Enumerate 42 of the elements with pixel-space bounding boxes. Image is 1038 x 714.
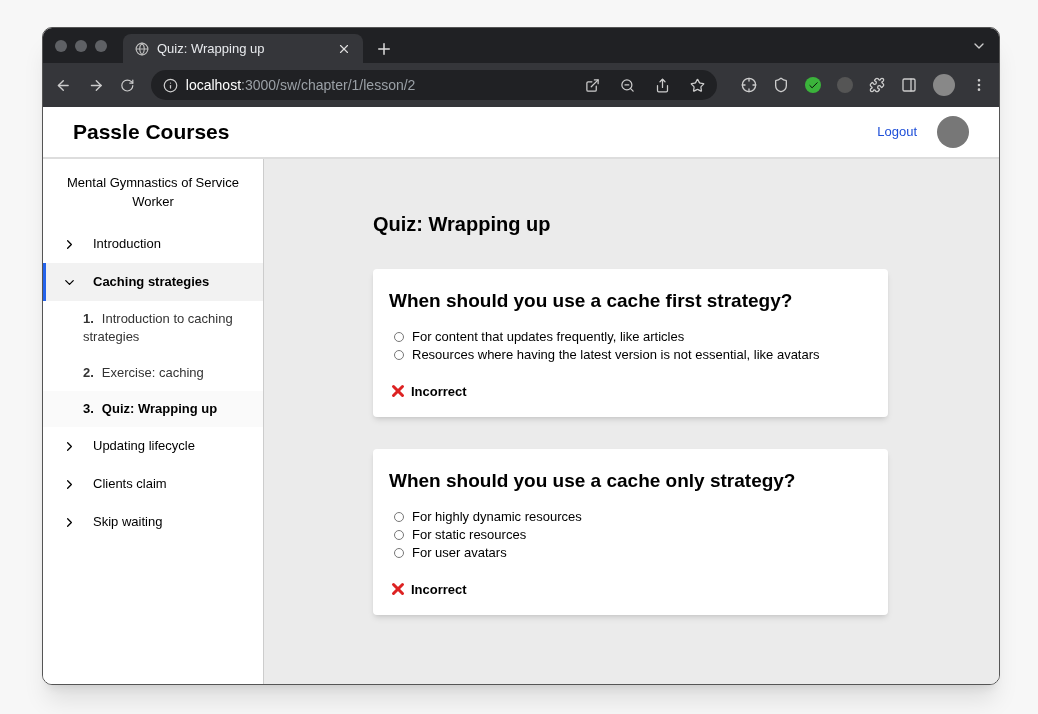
radio-button[interactable] [394, 331, 404, 342]
chapter-item[interactable]: Caching strategies [43, 263, 263, 301]
question-title: When should you use a cache only strategy? [389, 469, 797, 493]
info-icon [162, 77, 178, 93]
star-icon [690, 77, 705, 93]
brand-title[interactable]: Passle Courses [73, 116, 878, 148]
tab-title: Quiz: Wrapping up [157, 39, 266, 58]
course-title: Mental Gymnastics of Service Worker [66, 174, 240, 211]
option-label: For static resources [412, 525, 527, 544]
side-panel-icon [901, 77, 917, 93]
page-title: Quiz: Wrapping up [373, 212, 552, 237]
result-label: Incorrect [411, 382, 467, 401]
share-icon [655, 77, 670, 93]
lesson-item[interactable]: 3. Quiz: Wrapping up [43, 391, 263, 427]
zoom-out-icon [620, 77, 635, 93]
shield-icon [773, 77, 789, 93]
chapter-item[interactable]: Clients claim [43, 465, 263, 503]
question-title: When should you use a cache first strategy? [389, 289, 794, 313]
crosshair-icon [741, 77, 757, 93]
result-label: Incorrect [411, 580, 467, 599]
browser-tab[interactable]: Quiz: Wrapping up [123, 34, 363, 63]
url-text: localhost:3000/sw/chapter/1/lesson/2 [185, 75, 417, 95]
option-label: Resources where having the latest version is not essential, like avatars [412, 345, 820, 364]
option-label: For highly dynamic resources [412, 507, 582, 526]
logout-link[interactable]: Logout [877, 122, 917, 142]
chapter-item[interactable]: Introduction [43, 225, 263, 263]
chapter-item[interactable]: Updating lifecycle [43, 427, 263, 465]
open-in-app-icon [585, 77, 600, 93]
avatar[interactable] [937, 116, 969, 148]
reload-icon [120, 77, 135, 93]
radio-button[interactable] [394, 349, 404, 360]
address-bar[interactable]: localhost:3000/sw/chapter/1/lesson/2 [150, 70, 717, 100]
radio-button[interactable] [394, 547, 404, 558]
radio-button[interactable] [394, 529, 404, 540]
option-label: For content that updates frequently, like articles [412, 327, 685, 346]
puzzle-icon [869, 77, 885, 93]
radio-button[interactable] [394, 511, 404, 522]
chapter-item[interactable]: Skip waiting [43, 503, 263, 541]
globe-icon [135, 41, 149, 56]
avatar[interactable] [933, 74, 955, 96]
check-icon[interactable] [805, 77, 821, 93]
option-label: For user avatars [412, 543, 507, 562]
